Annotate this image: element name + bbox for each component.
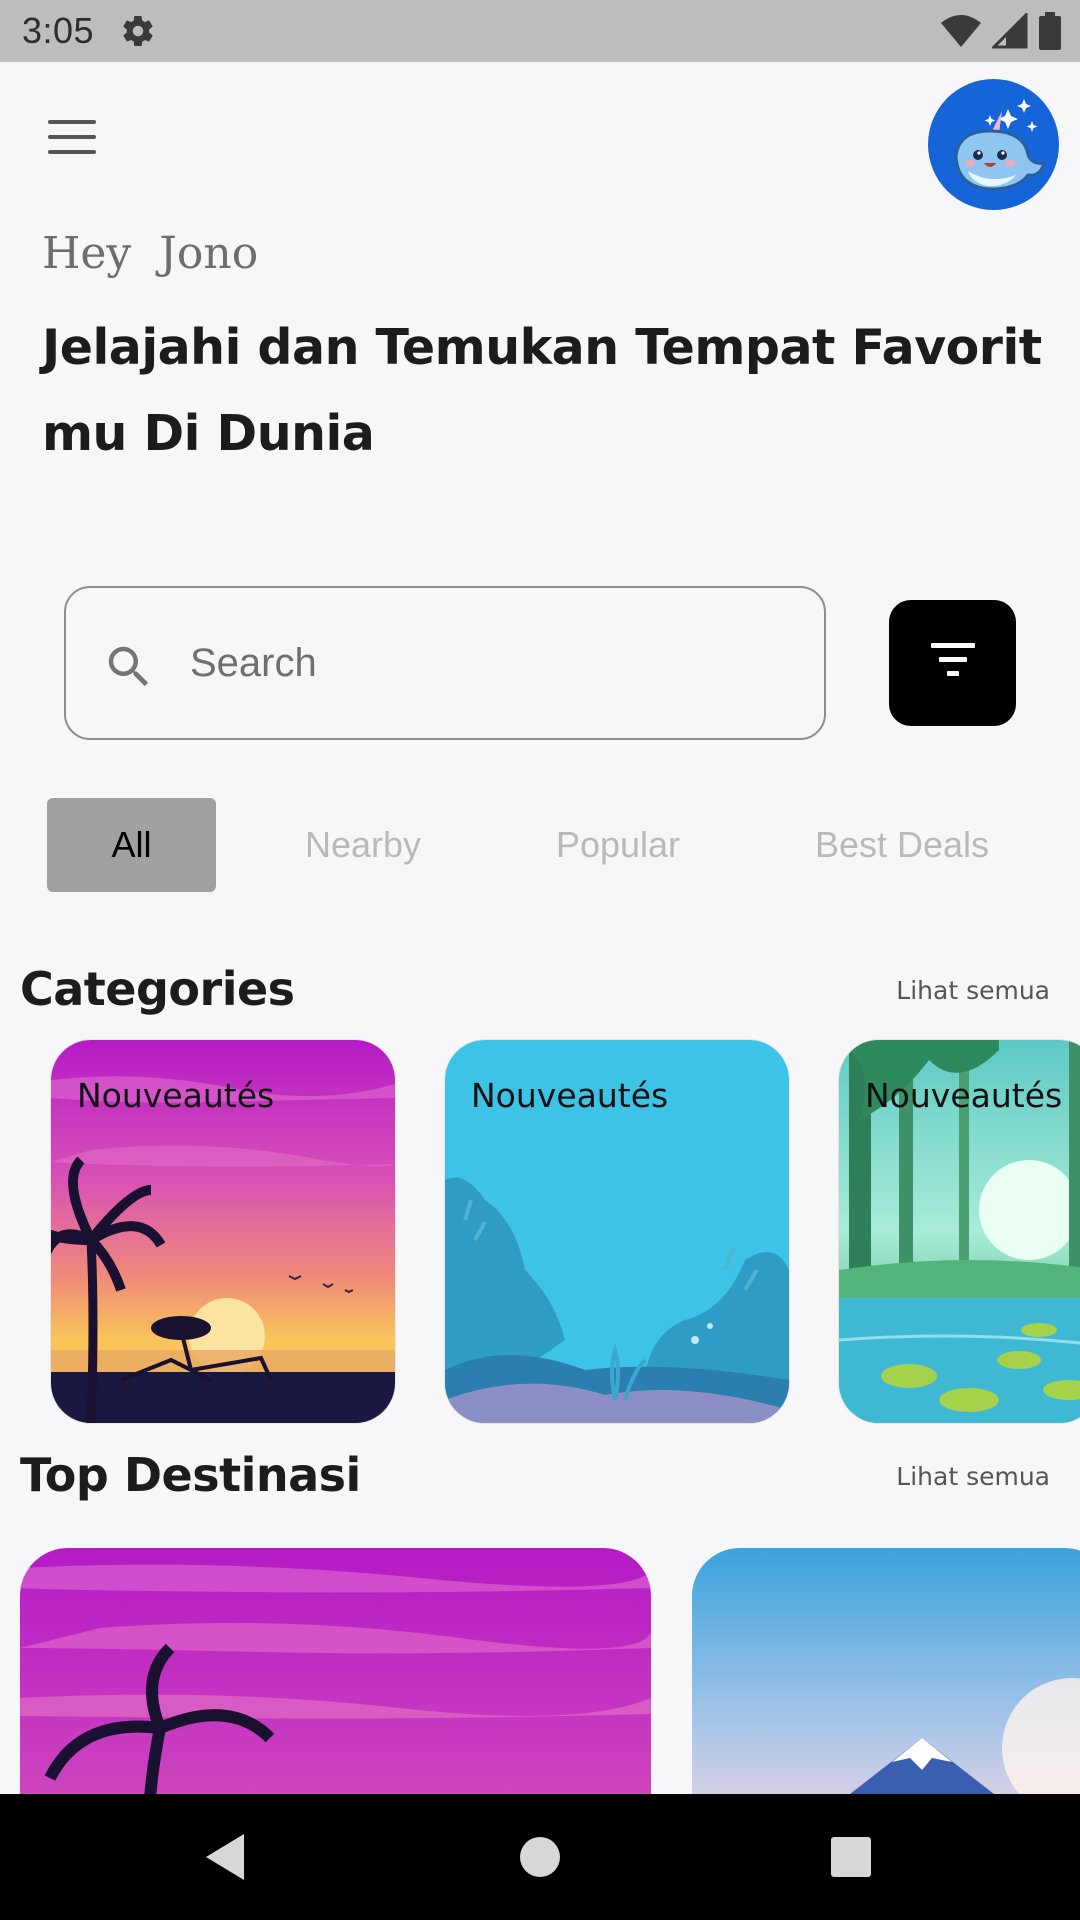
top-destinations-title: Top Destinasi	[20, 1448, 361, 1502]
home-icon[interactable]	[518, 1832, 562, 1882]
search-input[interactable]	[190, 628, 790, 698]
category-card[interactable]: Nouveautés	[51, 1040, 395, 1423]
wifi-icon	[941, 15, 981, 47]
top-destinations-see-all-link[interactable]: Lihat semua	[896, 1462, 1050, 1491]
back-icon[interactable]	[204, 1832, 248, 1882]
filter-button[interactable]	[889, 600, 1016, 726]
status-bar: 3:05	[0, 0, 1080, 62]
search-box[interactable]	[64, 586, 826, 740]
category-card[interactable]: Nouveautés	[839, 1040, 1080, 1423]
battery-icon	[1039, 12, 1061, 50]
tab-all[interactable]: All	[47, 798, 216, 892]
categories-title: Categories	[20, 962, 295, 1016]
category-label: Nouveautés	[471, 1076, 669, 1115]
system-nav-bar	[0, 1794, 1080, 1920]
page-headline: Jelajahi dan Temukan Tempat Favorit mu D…	[42, 319, 1042, 462]
recents-icon[interactable]	[829, 1832, 873, 1882]
category-label: Nouveautés	[865, 1076, 1063, 1115]
cell-signal-icon	[992, 13, 1028, 49]
tab-best-deals[interactable]: Best Deals	[790, 798, 1014, 892]
status-icons	[940, 12, 1062, 50]
settings-icon	[123, 16, 153, 47]
narwhal-avatar-icon	[954, 99, 1047, 191]
tab-nearby[interactable]: Nearby	[268, 798, 458, 892]
categories-see-all-link[interactable]: Lihat semua	[896, 976, 1050, 1005]
user-avatar[interactable]	[928, 79, 1059, 210]
search-icon	[108, 646, 149, 687]
menu-button[interactable]	[48, 120, 98, 156]
greeting-text: Hey Jono	[42, 228, 259, 279]
tab-popular[interactable]: Popular	[520, 798, 716, 892]
filter-icon	[931, 643, 975, 676]
category-label: Nouveautés	[77, 1076, 275, 1115]
category-card[interactable]: Nouveautés	[445, 1040, 789, 1423]
status-time: 3:05	[22, 10, 95, 51]
app-screen: 3:05 Hey Jono Jelajahi dan Temukan Tempa…	[0, 0, 1080, 1920]
